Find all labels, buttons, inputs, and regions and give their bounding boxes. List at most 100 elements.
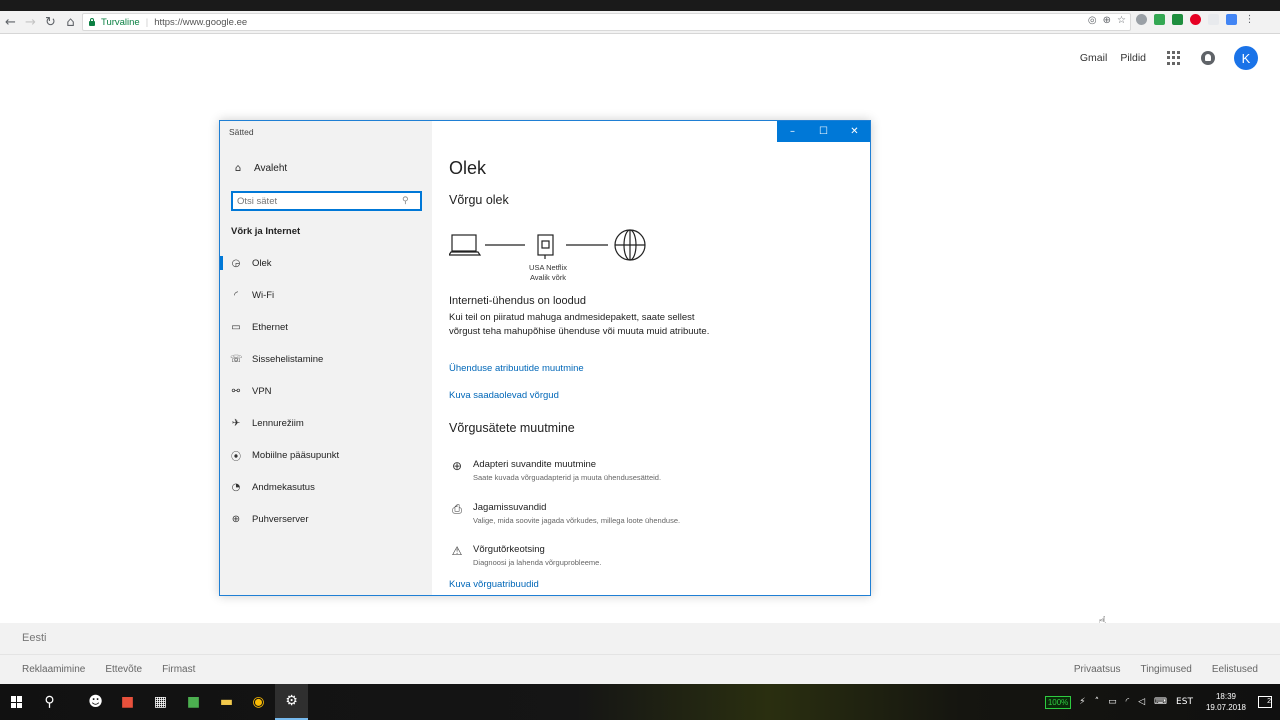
change-connection-properties-link[interactable]: Ühenduse atribuutide muutmine (449, 363, 584, 374)
hotspot-icon: ⦿ (231, 451, 241, 463)
clock-time: 18:39 (1215, 692, 1236, 701)
footer-link-about[interactable]: Firmast (162, 664, 195, 675)
language-indicator[interactable]: EST (1176, 697, 1193, 707)
zoom-icon[interactable]: ⊕ (1103, 15, 1111, 26)
menu-kebab-icon[interactable]: ⋮ (1244, 14, 1255, 25)
url-text[interactable]: https://www.google.ee (154, 17, 247, 28)
green-extension-icon[interactable] (1172, 14, 1183, 25)
option-desc: Diagnoosi ja lahenda võrguprobleeme. (473, 558, 602, 567)
sidebar-item-hotspot[interactable]: ⦿ Mobiilne pääsupunkt (220, 439, 432, 471)
chevron-up-icon[interactable]: ˄ (1095, 697, 1100, 707)
start-button[interactable] (0, 684, 33, 720)
sidebar-item-label: Wi-Fi (252, 289, 275, 301)
connected-heading: Interneti-ühendus on loodud (449, 295, 586, 307)
reload-icon[interactable]: ↻ (41, 13, 60, 32)
search-icon: ⚲ (402, 196, 409, 206)
change-settings-heading: Võrgusätete muutmine (449, 421, 575, 435)
footer-link-advertising[interactable]: Reklaamimine (22, 664, 85, 675)
footer-link-terms[interactable]: Tingimused (1141, 664, 1192, 675)
sidebar-item-dialup[interactable]: ☏ Sissehelistamine (220, 343, 432, 375)
sidebar-item-airplane[interactable]: ✈ Lennurežiim (220, 407, 432, 439)
laptop-icon (449, 234, 482, 256)
clock[interactable]: 18:39 19.07.2018 (1206, 691, 1246, 713)
volume-icon[interactable]: ◁ (1138, 697, 1145, 707)
search-button[interactable]: ⚲ (33, 684, 66, 720)
globe-icon: ⊕ (231, 513, 241, 525)
wifi-tray-icon[interactable]: ◜ (1126, 697, 1130, 707)
show-available-networks-link[interactable]: Kuva saadaolevad võrgud (449, 390, 559, 401)
sidebar-item-label: Olek (252, 257, 272, 269)
battery-icon[interactable]: ▭ (1108, 697, 1117, 707)
blue-extension-icon[interactable] (1226, 14, 1237, 25)
ethernet-icon: ▭ (231, 321, 241, 333)
taskbar-app-red[interactable]: ■ (111, 684, 144, 720)
network-label: USA Netflix Avalik võrk (521, 263, 575, 283)
sidebar-item-label: Mobiilne pääsupunkt (252, 449, 340, 461)
taskbar-app-calculator[interactable]: ▦ (144, 684, 177, 720)
footer-link-settings[interactable]: Eelistused (1212, 664, 1258, 675)
colorful-extension-icon[interactable] (1154, 14, 1165, 25)
option-desc: Valige, mida soovite jagada võrkudes, mi… (473, 516, 681, 525)
avatar[interactable]: K (1234, 46, 1258, 70)
location-icon[interactable]: ◎ (1088, 15, 1097, 26)
taskbar-app-users[interactable]: ☻ (79, 684, 112, 720)
gmail-link[interactable]: Gmail (1080, 52, 1107, 64)
google-header: Gmail Pildid K (1080, 46, 1258, 70)
category-heading: Võrk ja Internet (231, 226, 301, 237)
option-title: Adapteri suvandite muutmine (473, 459, 597, 470)
view-network-properties-link[interactable]: Kuva võrguatribuudid (449, 579, 539, 590)
sharing-options-item[interactable]: ⎙ Jagamissuvandid Valige, mida soovite j… (449, 502, 680, 525)
dialup-icon: ☏ (230, 353, 243, 365)
taskbar-app-settings[interactable]: ⚙ (275, 684, 308, 720)
users-icon: ☻ (88, 694, 103, 710)
taskbar-app-green[interactable]: ■ (177, 684, 210, 720)
keyboard-icon[interactable]: ⌨ (1154, 697, 1167, 707)
forward-icon[interactable]: → (21, 13, 40, 32)
vpn-icon: ⚯ (231, 385, 241, 397)
sidebar-item-ethernet[interactable]: ▭ Ethernet (220, 311, 432, 343)
search-input[interactable] (237, 195, 402, 207)
bookmark-star-icon[interactable]: ☆ (1117, 15, 1126, 26)
sidebar-item-label: Ethernet (252, 321, 288, 333)
settings-search-box[interactable]: ⚲ (231, 191, 422, 211)
sidebar-item-label: Lennurežiim (252, 417, 304, 429)
windows-logo-icon (10, 696, 23, 708)
3d-extension-icon[interactable] (1208, 14, 1219, 25)
pinterest-icon[interactable] (1190, 14, 1201, 25)
globe-extension-icon[interactable] (1136, 14, 1147, 25)
sidebar-item-wifi[interactable]: ◜ Wi-Fi (220, 279, 432, 311)
folder-icon: ▬ (219, 694, 234, 710)
address-bar[interactable]: Turvaline | https://www.google.ee ◎ ⊕ ☆ (82, 13, 1131, 31)
adapter-options-item[interactable]: ⊕ Adapteri suvandite muutmine Saate kuva… (449, 459, 661, 482)
home-icon[interactable]: ⌂ (61, 13, 80, 32)
plug-icon[interactable]: ⚡ (1079, 697, 1085, 707)
footer-link-privacy[interactable]: Privaatsus (1074, 664, 1121, 675)
page-title: Olek (449, 158, 487, 178)
window-title: Sätted (229, 127, 254, 137)
taskbar-app-chrome[interactable]: ◉ (242, 684, 275, 720)
images-link[interactable]: Pildid (1120, 52, 1146, 64)
network-name: USA Netflix (529, 263, 567, 272)
sidebar-item-vpn[interactable]: ⚯ VPN (220, 375, 432, 407)
troubleshoot-item[interactable]: ⚠ Võrgutõrkeotsing Diagnoosi ja lahenda … (449, 544, 602, 567)
back-icon[interactable]: ← (1, 13, 20, 32)
country-label: Eesti (22, 632, 47, 644)
option-title: Võrgutõrkeotsing (473, 544, 545, 555)
internet-globe-icon (614, 229, 646, 261)
sidebar-item-proxy[interactable]: ⊕ Puhverserver (220, 503, 432, 535)
gear-icon: ⚙ (285, 693, 298, 709)
sidebar-item-status[interactable]: ◶ Olek (220, 247, 432, 279)
sidebar-item-label: Sissehelistamine (252, 353, 324, 365)
battery-indicator[interactable]: 100% (1044, 695, 1072, 709)
settings-nav: ◶ Olek ◜ Wi-Fi ▭ Ethernet ☏ Sissehelistamine… (220, 247, 432, 535)
taskbar-app-explorer[interactable]: ▬ (210, 684, 243, 720)
home-nav-item[interactable]: ⌂ Avaleht (232, 163, 287, 174)
notifications-icon[interactable] (1201, 51, 1215, 65)
footer-link-business[interactable]: Ettevõte (105, 664, 142, 675)
red-app-icon: ■ (120, 694, 135, 710)
notification-center-icon[interactable]: 2 (1258, 696, 1272, 708)
network-status-heading: Võrgu olek (449, 193, 509, 207)
connected-text: Kui teil on piiratud mahuga andmesidepak… (449, 312, 710, 337)
apps-grid-icon[interactable] (1167, 51, 1181, 65)
sidebar-item-data-usage[interactable]: ◔ Andmekasutus (220, 471, 432, 503)
